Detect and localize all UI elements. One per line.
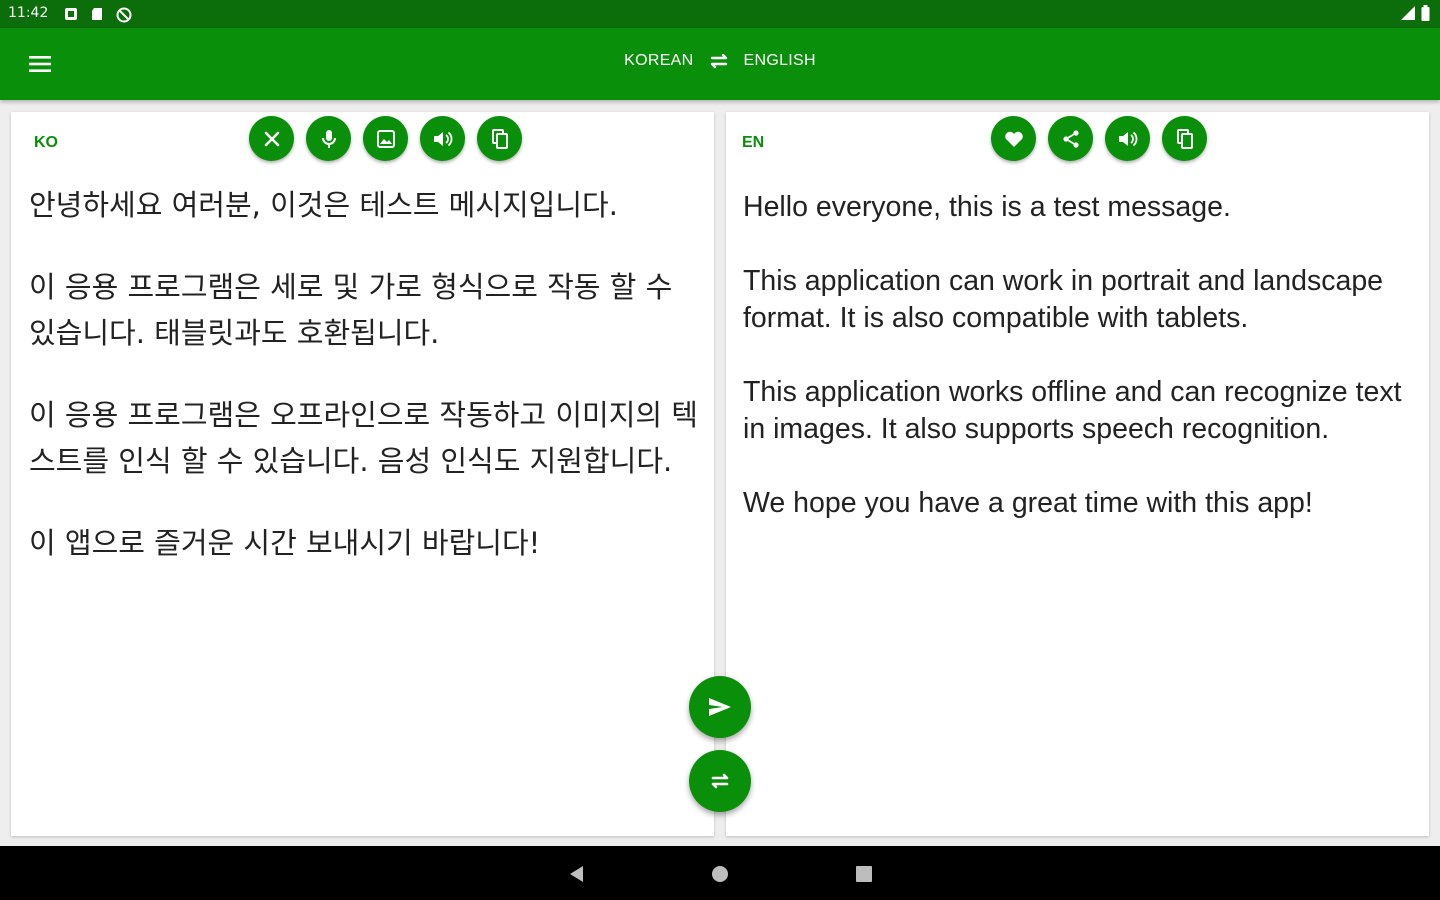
notification-icon <box>65 8 77 20</box>
sd-card-icon <box>92 8 102 20</box>
swap-arrows-icon[interactable] <box>708 52 730 70</box>
target-paragraph: Hello everyone, this is a test message. <box>743 191 1231 223</box>
source-text[interactable]: 안녕하세요 여러분, 이것은 테스트 메시지입니다. 이 응용 프로그램은 세로… <box>29 182 699 602</box>
source-toolbar <box>249 116 522 161</box>
send-icon <box>709 698 731 716</box>
microphone-icon <box>321 129 336 148</box>
source-speaker-button[interactable] <box>420 116 465 161</box>
share-button[interactable] <box>1048 116 1093 161</box>
speaker-icon <box>433 131 452 146</box>
clear-button[interactable] <box>249 116 294 161</box>
source-copy-button[interactable] <box>477 116 522 161</box>
source-lang-code: KO <box>34 134 58 151</box>
share-icon <box>1062 129 1079 148</box>
navigation-bar <box>0 846 1440 900</box>
home-button[interactable] <box>706 860 734 888</box>
back-icon <box>570 866 583 882</box>
source-language-selector[interactable]: KOREAN <box>624 52 693 70</box>
swap-languages-button[interactable] <box>689 750 751 812</box>
status-bar: 11:42 <box>0 0 1440 28</box>
signal-icon <box>1401 6 1415 20</box>
favorite-button[interactable] <box>991 116 1036 161</box>
copy-icon <box>1176 128 1193 149</box>
no-sync-icon <box>116 7 132 23</box>
target-paragraph: We hope you have a great time with this … <box>743 487 1313 519</box>
close-icon <box>264 131 279 146</box>
heart-icon <box>1004 131 1023 147</box>
battery-icon <box>1421 5 1430 21</box>
swap-arrows-icon <box>711 773 729 789</box>
recents-button[interactable] <box>850 860 878 888</box>
status-time: 11:42 <box>8 5 49 21</box>
speaker-icon <box>1118 131 1137 146</box>
source-panel: KO 안녕하세요 여러분, 이것은 테스트 메시지입니다. 이 응용 프로그램은… <box>11 112 714 836</box>
target-lang-code: EN <box>742 134 765 151</box>
translated-text: Hello everyone, this is a test message. … <box>743 189 1423 559</box>
target-paragraph: This application can work in portrait an… <box>743 265 1384 334</box>
target-toolbar <box>991 116 1207 161</box>
back-button[interactable] <box>562 860 590 888</box>
copy-icon <box>491 128 508 149</box>
microphone-button[interactable] <box>306 116 351 161</box>
translate-button[interactable] <box>689 676 751 738</box>
target-language-selector[interactable]: ENGLISH <box>744 52 816 70</box>
source-paragraph: 이 앱으로 즐거운 시간 보내시기 바랍니다! <box>29 526 541 560</box>
source-paragraph: 이 응용 프로그램은 세로 및 가로 형식으로 작동 할 수 있습니다. 태블릿… <box>29 270 673 350</box>
source-paragraph: 안녕하세요 여러분, 이것은 테스트 메시지입니다. <box>29 188 618 222</box>
app-bar: KOREAN ENGLISH <box>0 28 1440 100</box>
image-icon <box>376 129 395 148</box>
target-copy-button[interactable] <box>1162 116 1207 161</box>
target-panel: EN Hello everyone, this is a test messag… <box>726 112 1429 836</box>
language-switcher: KOREAN ENGLISH <box>0 52 1440 70</box>
image-button[interactable] <box>363 116 408 161</box>
recents-icon <box>856 866 872 882</box>
target-speaker-button[interactable] <box>1105 116 1150 161</box>
home-icon <box>712 866 728 882</box>
source-paragraph: 이 응용 프로그램은 오프라인으로 작동하고 이미지의 텍스트를 인식 할 수 … <box>29 398 698 478</box>
target-paragraph: This application works offline and can r… <box>743 376 1402 445</box>
